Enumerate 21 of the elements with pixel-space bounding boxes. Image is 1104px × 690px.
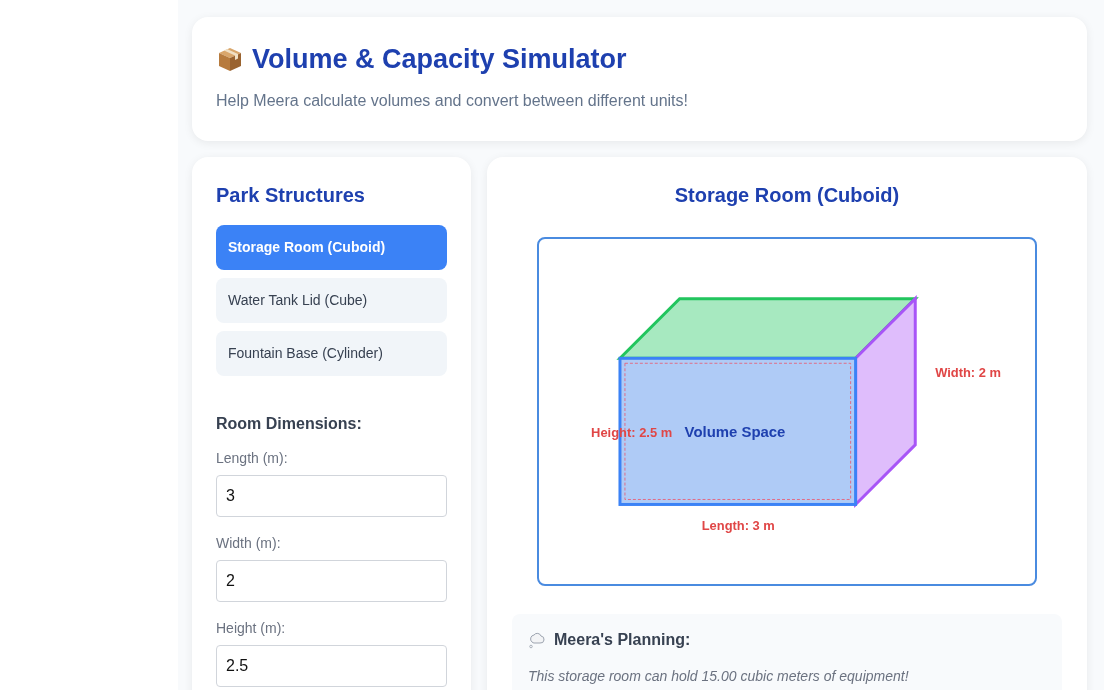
width-label: Width: 2 m <box>935 365 1001 381</box>
planning-text: This storage room can hold 15.00 cubic meters of equipment! <box>528 667 910 686</box>
volume-label: Volume Space <box>684 423 786 440</box>
dimension-input[interactable]: 3 <box>216 475 447 517</box>
length-label: Length: 3 m <box>701 518 775 534</box>
planning-heading: Meera's Planning: <box>554 630 691 650</box>
shape-title: Storage Room (Cuboid) <box>673 183 901 207</box>
structure-button[interactable]: Water Tank Lid (Cube) <box>216 278 447 323</box>
dimension-input[interactable]: 2.5 <box>216 645 447 687</box>
dimension-input[interactable]: 2 <box>216 560 447 602</box>
app-title: Volume & Capacity Simulator <box>252 43 627 76</box>
package-icon <box>216 45 244 74</box>
structure-button[interactable]: Storage Room (Cuboid) <box>216 225 447 270</box>
dimensions-heading: Room Dimensions: <box>216 414 363 434</box>
thought-bubble-icon <box>528 631 546 649</box>
app-subtitle: Help Meera calculate volumes and convert between different units! <box>216 91 689 112</box>
field-label: Width (m): <box>216 534 281 553</box>
field-label: Length (m): <box>216 449 288 468</box>
field-label: Height (m): <box>216 619 286 638</box>
sidebar-heading: Park Structures <box>216 183 366 207</box>
structure-button[interactable]: Fountain Base (Cylinder) <box>216 331 447 376</box>
